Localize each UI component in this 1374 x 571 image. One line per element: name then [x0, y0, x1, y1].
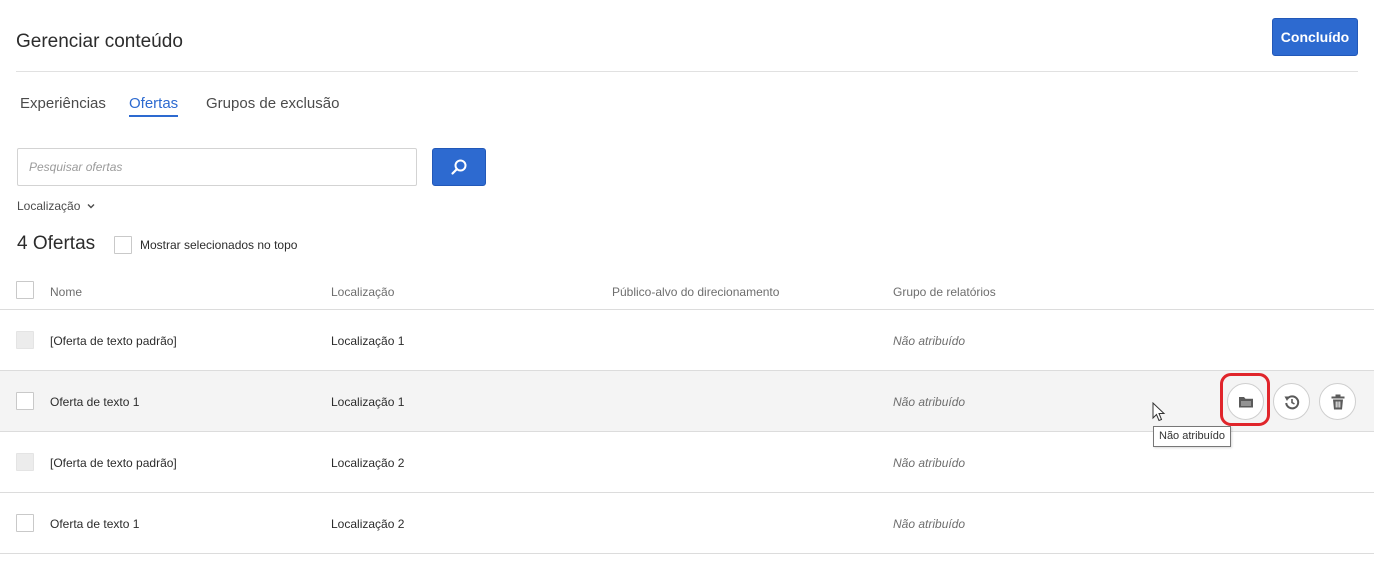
- reset-button[interactable]: [1273, 383, 1310, 420]
- select-all-checkbox[interactable]: [16, 281, 34, 299]
- offer-reporting-group: Não atribuído: [893, 334, 966, 348]
- tab-experiencias[interactable]: Experiências: [20, 95, 106, 115]
- table-row[interactable]: Oferta de texto 1 Localização 2 Não atri…: [0, 493, 1374, 554]
- search-icon: [451, 159, 467, 175]
- search-input[interactable]: [17, 148, 417, 186]
- location-filter-label: Localização: [17, 199, 81, 213]
- row-checkbox[interactable]: [16, 392, 34, 410]
- row-actions: [1227, 383, 1356, 420]
- page-title: Gerenciar conteúdo: [16, 31, 183, 52]
- assign-reporting-group-button[interactable]: [1227, 383, 1264, 420]
- offer-name: [Oferta de texto padrão]: [50, 334, 177, 348]
- offer-location: Localização 2: [331, 456, 405, 470]
- mouse-cursor-icon: [1152, 402, 1166, 422]
- search-button[interactable]: [432, 148, 486, 186]
- table-row[interactable]: Oferta de texto 1 Localização 1 Não atri…: [0, 371, 1374, 432]
- row-checkbox[interactable]: [16, 514, 34, 532]
- table-row[interactable]: [Oferta de texto padrão] Localização 1 N…: [0, 310, 1374, 371]
- folder-icon: [1238, 396, 1253, 407]
- tab-grupos-de-exclusao[interactable]: Grupos de exclusão: [206, 95, 339, 115]
- table-header: Nome Localização Público-alvo do direcio…: [0, 272, 1374, 310]
- offer-location: Localização 1: [331, 334, 405, 348]
- page-header: Gerenciar conteúdo Concluído: [16, 0, 1358, 72]
- reset-icon: [1284, 394, 1299, 409]
- column-header-audience[interactable]: Público-alvo do direcionamento: [612, 285, 779, 299]
- tooltip: Não atribuído: [1153, 426, 1232, 447]
- tab-ofertas[interactable]: Ofertas: [129, 95, 179, 117]
- chevron-down-icon: [87, 204, 95, 209]
- offer-name: Oferta de texto 1: [50, 517, 140, 531]
- show-selected-label: Mostrar selecionados no topo: [140, 238, 298, 252]
- trash-icon: [1331, 394, 1344, 409]
- offers-count: 4 Ofertas: [17, 233, 96, 254]
- row-checkbox: [16, 453, 34, 471]
- location-filter[interactable]: Localização: [17, 199, 96, 213]
- done-button[interactable]: Concluído: [1272, 18, 1358, 56]
- offer-reporting-group: Não atribuído: [893, 395, 966, 409]
- column-header-location[interactable]: Localização: [331, 285, 394, 299]
- offer-name: [Oferta de texto padrão]: [50, 456, 177, 470]
- offer-name: Oferta de texto 1: [50, 395, 140, 409]
- offer-reporting-group: Não atribuído: [893, 517, 966, 531]
- delete-button[interactable]: [1319, 383, 1356, 420]
- offer-location: Localização 1: [331, 395, 405, 409]
- column-header-name[interactable]: Nome: [50, 285, 82, 299]
- show-selected-toggle[interactable]: Mostrar selecionados no topo: [114, 236, 297, 254]
- column-header-reporting-group[interactable]: Grupo de relatórios: [893, 285, 996, 299]
- offer-reporting-group: Não atribuído: [893, 456, 966, 470]
- show-selected-checkbox[interactable]: [114, 236, 132, 254]
- offer-location: Localização 2: [331, 517, 405, 531]
- row-checkbox: [16, 331, 34, 349]
